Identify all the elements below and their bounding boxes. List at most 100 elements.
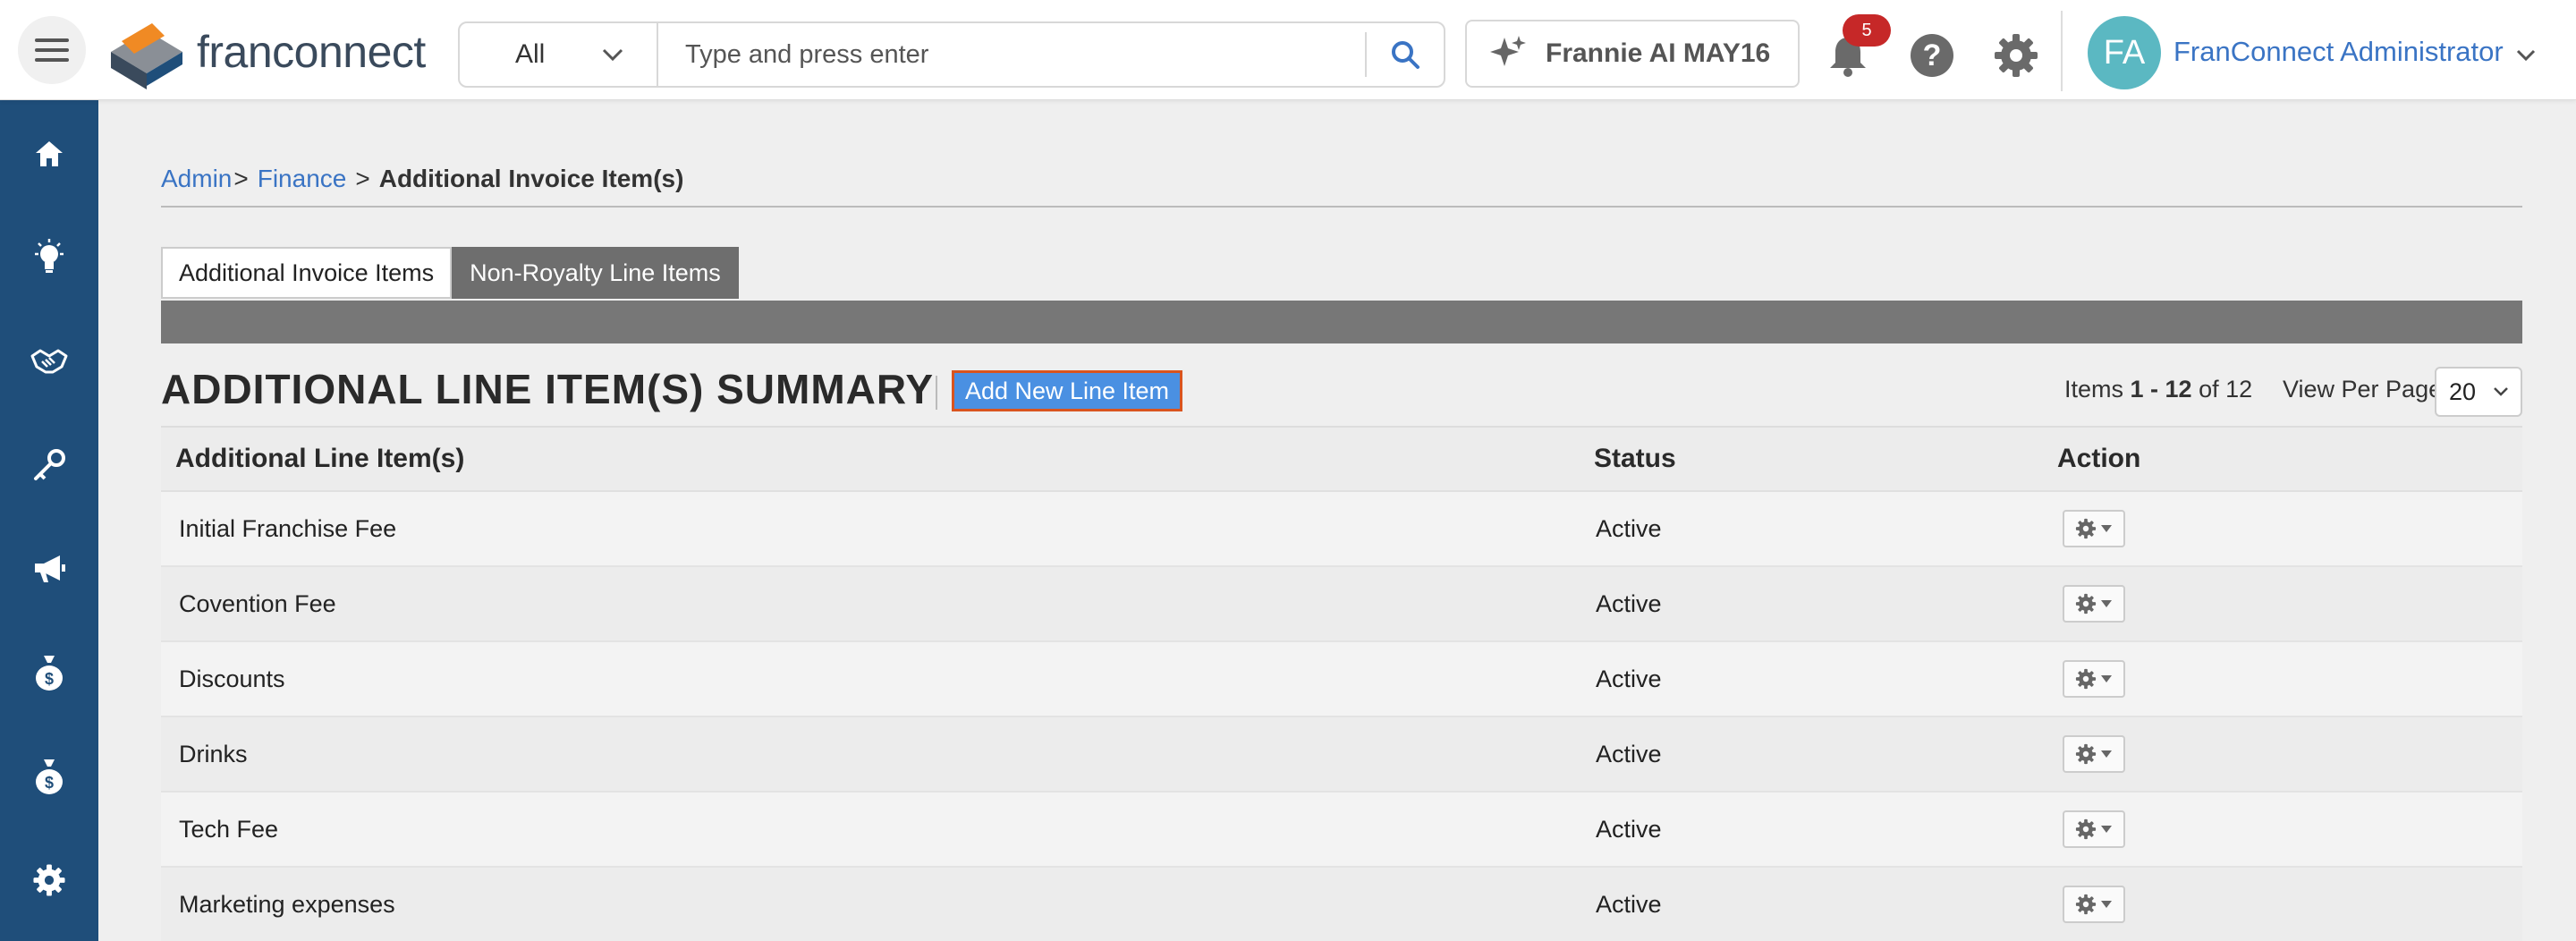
chevron-down-icon <box>602 48 623 62</box>
table-header: Additional Line Item(s) Status Action <box>161 426 2522 492</box>
sidebar-item-marketing[interactable] <box>0 533 98 605</box>
help-icon[interactable]: ? <box>1911 34 1953 77</box>
gear-icon <box>2075 518 2097 539</box>
line-items-table: Additional Line Item(s) Status Action In… <box>161 426 2522 941</box>
row-action-menu-button[interactable] <box>2063 886 2125 923</box>
line-item-status: Active <box>1596 665 1662 692</box>
table-row: Initial Franchise Fee Active <box>161 492 2522 567</box>
chevron-down-icon <box>2494 387 2508 396</box>
breadcrumb-admin-link[interactable]: Admin <box>161 165 232 193</box>
gear-icon <box>2075 743 2097 765</box>
search-scope-dropdown[interactable]: All <box>460 23 658 86</box>
table-row: Covention Fee Active <box>161 567 2522 642</box>
sidebar-item-finance[interactable]: $ <box>0 637 98 708</box>
row-action-menu-button[interactable] <box>2063 810 2125 848</box>
top-bar: franconnect All Frannie AI MAY16 5 ? <box>0 0 2576 100</box>
tab-non-royalty-line-items[interactable]: Non-Royalty Line Items <box>452 247 739 299</box>
gear-icon <box>33 864 65 896</box>
franconnect-logo[interactable]: franconnect <box>106 14 426 89</box>
hamburger-icon <box>35 38 69 62</box>
sidebar-item-home[interactable] <box>0 118 98 190</box>
row-action-menu-button[interactable] <box>2063 510 2125 547</box>
tab-content-bar <box>161 301 2522 343</box>
line-item-name: Initial Franchise Fee <box>179 514 397 542</box>
breadcrumb-separator: > <box>233 165 249 192</box>
column-header-name[interactable]: Additional Line Item(s) <box>161 444 1594 474</box>
search-scope-value: All <box>515 39 546 69</box>
sidebar-item-access[interactable] <box>0 429 98 501</box>
line-item-name: Tech Fee <box>179 815 279 843</box>
handshake-icon <box>30 349 68 374</box>
title-divider <box>936 376 937 410</box>
gear-icon <box>2075 668 2097 690</box>
line-item-status: Active <box>1596 514 1662 542</box>
caret-down-icon <box>2101 826 2112 833</box>
tab-additional-invoice-items[interactable]: Additional Invoice Items <box>161 247 453 299</box>
breadcrumb-finance-link[interactable]: Finance <box>258 165 347 193</box>
search-input[interactable] <box>658 23 1365 86</box>
sidebar-item-ideas[interactable] <box>0 222 98 293</box>
table-row: Drinks Active <box>161 717 2522 793</box>
key-icon <box>34 449 65 480</box>
gear-icon <box>2075 593 2097 615</box>
view-per-page-value: 20 <box>2449 377 2477 405</box>
frannie-ai-label: Frannie AI MAY16 <box>1546 38 1771 68</box>
caret-down-icon <box>2101 600 2112 607</box>
add-new-line-item-button[interactable]: Add New Line Item <box>952 370 1182 411</box>
menu-toggle-button[interactable] <box>18 16 86 84</box>
settings-gear-icon[interactable] <box>1993 32 2039 79</box>
sidebar: $ $ <box>0 100 98 941</box>
search-button[interactable] <box>1367 23 1444 86</box>
global-search: All <box>458 21 1445 88</box>
line-item-name: Marketing expenses <box>179 890 395 918</box>
line-item-status: Active <box>1596 815 1662 843</box>
lightbulb-icon <box>35 239 64 273</box>
logo-mark-icon <box>111 23 182 89</box>
sidebar-item-admin[interactable] <box>0 844 98 916</box>
items-label: Items <box>2064 376 2124 403</box>
line-item-status: Active <box>1596 890 1662 918</box>
table-body: Initial Franchise Fee Active Covention F… <box>161 492 2522 941</box>
caret-down-icon <box>2101 901 2112 908</box>
topbar-divider <box>2061 11 2063 91</box>
table-row: Marketing expenses Active <box>161 868 2522 941</box>
line-item-name: Drinks <box>179 740 248 767</box>
column-header-action: Action <box>2057 444 2141 473</box>
row-action-menu-button[interactable] <box>2063 660 2125 698</box>
breadcrumb-current: Additional Invoice Item(s) <box>378 165 684 192</box>
items-count: Items 1 - 12 of 12 <box>2064 376 2252 403</box>
notification-count-badge: 5 <box>1843 14 1891 47</box>
frannie-ai-button[interactable]: Frannie AI MAY16 <box>1465 20 1800 88</box>
view-per-page-label: View Per Page <box>2283 376 2443 403</box>
line-item-name: Discounts <box>179 665 285 692</box>
breadcrumb: Admin > Finance > Additional Invoice Ite… <box>161 165 683 193</box>
money-bag-icon: $ <box>36 656 63 691</box>
gear-icon <box>2075 894 2097 915</box>
search-icon <box>1392 41 1419 69</box>
table-row: Tech Fee Active <box>161 793 2522 868</box>
breadcrumb-separator: > <box>355 165 370 192</box>
line-item-status: Active <box>1596 740 1662 767</box>
money-bag-icon: $ <box>36 759 63 794</box>
caret-down-icon <box>2101 750 2112 758</box>
chevron-down-icon[interactable] <box>2513 43 2538 68</box>
sparkle-icon <box>1490 36 1526 66</box>
line-item-name: Covention Fee <box>179 589 336 617</box>
svg-text:$: $ <box>45 774 54 792</box>
logo-text: franconnect <box>197 27 426 77</box>
column-header-status[interactable]: Status <box>1594 444 2057 474</box>
row-action-menu-button[interactable] <box>2063 585 2125 623</box>
table-row: Discounts Active <box>161 642 2522 717</box>
megaphone-icon <box>35 555 65 582</box>
sidebar-item-deals[interactable] <box>0 326 98 397</box>
page-title: ADDITIONAL LINE ITEM(S) SUMMARY <box>161 366 935 412</box>
view-per-page-select[interactable]: 20 <box>2435 367 2522 417</box>
row-action-menu-button[interactable] <box>2063 735 2125 773</box>
user-name-menu[interactable]: FranConnect Administrator <box>2174 36 2504 68</box>
items-range: 1 - 12 <box>2130 376 2192 403</box>
sidebar-item-royalty[interactable]: $ <box>0 741 98 812</box>
breadcrumb-divider <box>161 206 2522 208</box>
avatar[interactable]: FA <box>2088 16 2161 89</box>
caret-down-icon <box>2101 525 2112 532</box>
line-item-status: Active <box>1596 589 1662 617</box>
